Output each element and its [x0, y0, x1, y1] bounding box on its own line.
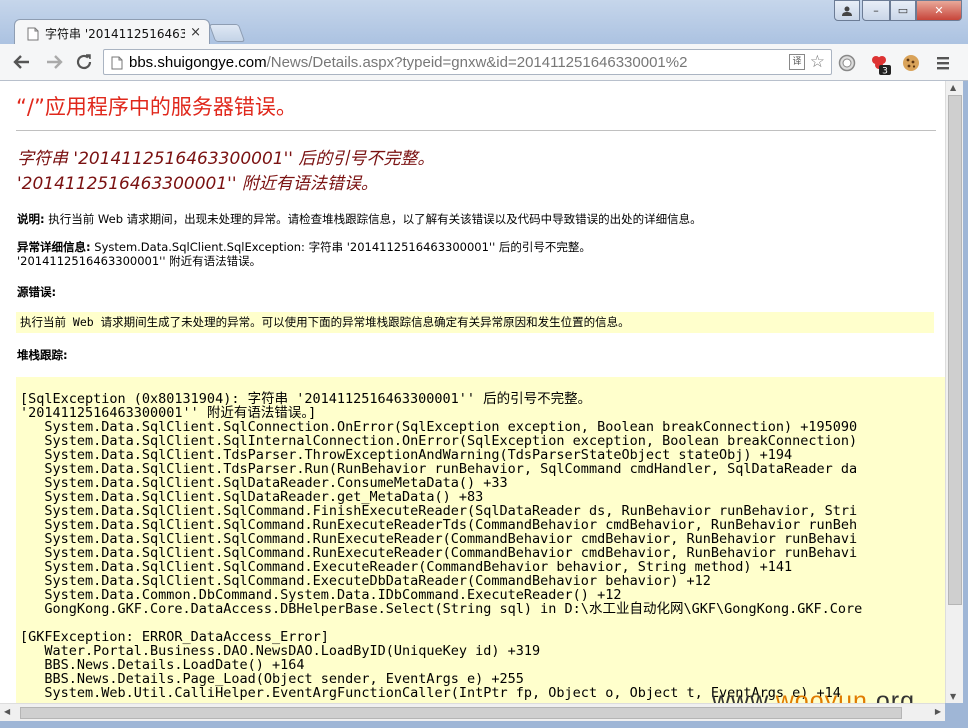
address-bar[interactable]: bbs.shuigongye.com/News/Details.aspx?typ… — [103, 49, 832, 75]
maximize-button[interactable]: ▭ — [890, 0, 916, 21]
scroll-right-icon[interactable]: ▶ — [935, 707, 941, 716]
cookie-extension-icon[interactable] — [902, 54, 920, 72]
tab-title: 字符串 '2014112516463300 — [45, 26, 185, 41]
extension-badge-icon[interactable]: 3 — [869, 54, 891, 77]
url-host: bbs.shuigongye.com — [129, 53, 267, 71]
user-icon[interactable] — [834, 0, 860, 21]
scroll-up-icon[interactable]: ▲ — [950, 83, 956, 92]
bookmark-star-icon[interactable]: ☆ — [810, 52, 825, 72]
horizontal-scroll-thumb[interactable] — [20, 707, 902, 719]
error-title-line2: '2014112516463300001'' 附近有语法错误。 — [17, 174, 378, 194]
back-arrow-icon[interactable] — [10, 50, 34, 74]
watermark: www.wooyun.org — [712, 687, 915, 703]
extension-badge-count: 3 — [882, 67, 888, 77]
url-path: /News/Details.aspx?typeid=gnxw&id=201411… — [266, 53, 688, 71]
description-label: 说明: — [17, 212, 45, 226]
page-content: “/”应用程序中的服务器错误。 字符串 '2014112516463300001… — [0, 81, 945, 703]
scroll-down-icon[interactable]: ▼ — [950, 692, 956, 701]
tab-strip: 字符串 '2014112516463300 × – ▭ ✕ — [0, 0, 968, 46]
exception-label: 异常详细信息: — [17, 240, 91, 254]
stack-trace-heading: 堆栈跟踪: — [17, 347, 68, 363]
page-title: “/”应用程序中的服务器错误。 — [16, 95, 297, 119]
browser-window: 字符串 '2014112516463300 × – ▭ ✕ bbs.shuig — [0, 0, 968, 728]
browser-toolbar: bbs.shuigongye.com/News/Details.aspx?typ… — [0, 44, 968, 81]
exception-details: 异常详细信息: System.Data.SqlClient.SqlExcepti… — [17, 240, 591, 268]
extension-circle-icon[interactable] — [838, 54, 856, 72]
reload-icon[interactable] — [72, 50, 96, 74]
description: 说明: 执行当前 Web 请求期间，出现未处理的异常。请检查堆栈跟踪信息，以了解… — [17, 211, 702, 227]
error-title: 字符串 '2014112516463300001'' 后的引号不完整。 '201… — [17, 147, 434, 197]
stack-trace-label: 堆栈跟踪: — [17, 348, 68, 362]
exception-text-line2: '2014112516463300001'' 附近有语法错误。 — [17, 254, 262, 268]
watermark-brand: wooyun — [775, 687, 868, 703]
stack-trace-box: [SqlException (0x80131904): 字符串 '2014112… — [16, 377, 945, 703]
source-error-box: 执行当前 Web 请求期间生成了未处理的异常。可以使用下面的异常堆栈跟踪信息确定… — [16, 312, 934, 333]
close-window-button[interactable]: ✕ — [916, 0, 962, 21]
scroll-left-icon[interactable]: ◀ — [4, 707, 10, 716]
forward-arrow-icon[interactable] — [42, 50, 66, 74]
exception-text-line1: System.Data.SqlClient.SqlException: 字符串 … — [90, 240, 591, 254]
minimize-button[interactable]: – — [862, 0, 890, 21]
stack-trace-text: [SqlException (0x80131904): 字符串 '2014112… — [20, 391, 863, 701]
vertical-scroll-thumb[interactable] — [948, 95, 962, 605]
page-icon — [27, 26, 39, 41]
translate-icon[interactable]: 译 — [789, 54, 805, 70]
source-error-heading: 源错误: — [17, 284, 56, 300]
page-icon — [111, 55, 123, 70]
menu-icon[interactable] — [934, 54, 952, 72]
tab-active[interactable]: 字符串 '2014112516463300 × — [14, 19, 210, 46]
url-text: bbs.shuigongye.com/News/Details.aspx?typ… — [129, 54, 687, 71]
vertical-scrollbar[interactable]: ▲ ▼ — [945, 81, 963, 703]
window-controls: – ▭ ✕ — [834, 0, 962, 21]
tab-close-icon[interactable]: × — [190, 25, 201, 40]
horizontal-scrollbar[interactable]: ◀ ▶ — [0, 703, 945, 721]
watermark-prefix: www. — [712, 687, 776, 703]
watermark-suffix: .org — [867, 687, 915, 703]
source-error-label: 源错误: — [17, 285, 57, 299]
error-title-line1: 字符串 '2014112516463300001'' 后的引号不完整。 — [17, 149, 435, 169]
divider — [16, 130, 936, 131]
new-tab-button[interactable] — [208, 24, 246, 42]
description-text: 执行当前 Web 请求期间，出现未处理的异常。请检查堆栈跟踪信息，以了解有关该错… — [44, 212, 702, 226]
